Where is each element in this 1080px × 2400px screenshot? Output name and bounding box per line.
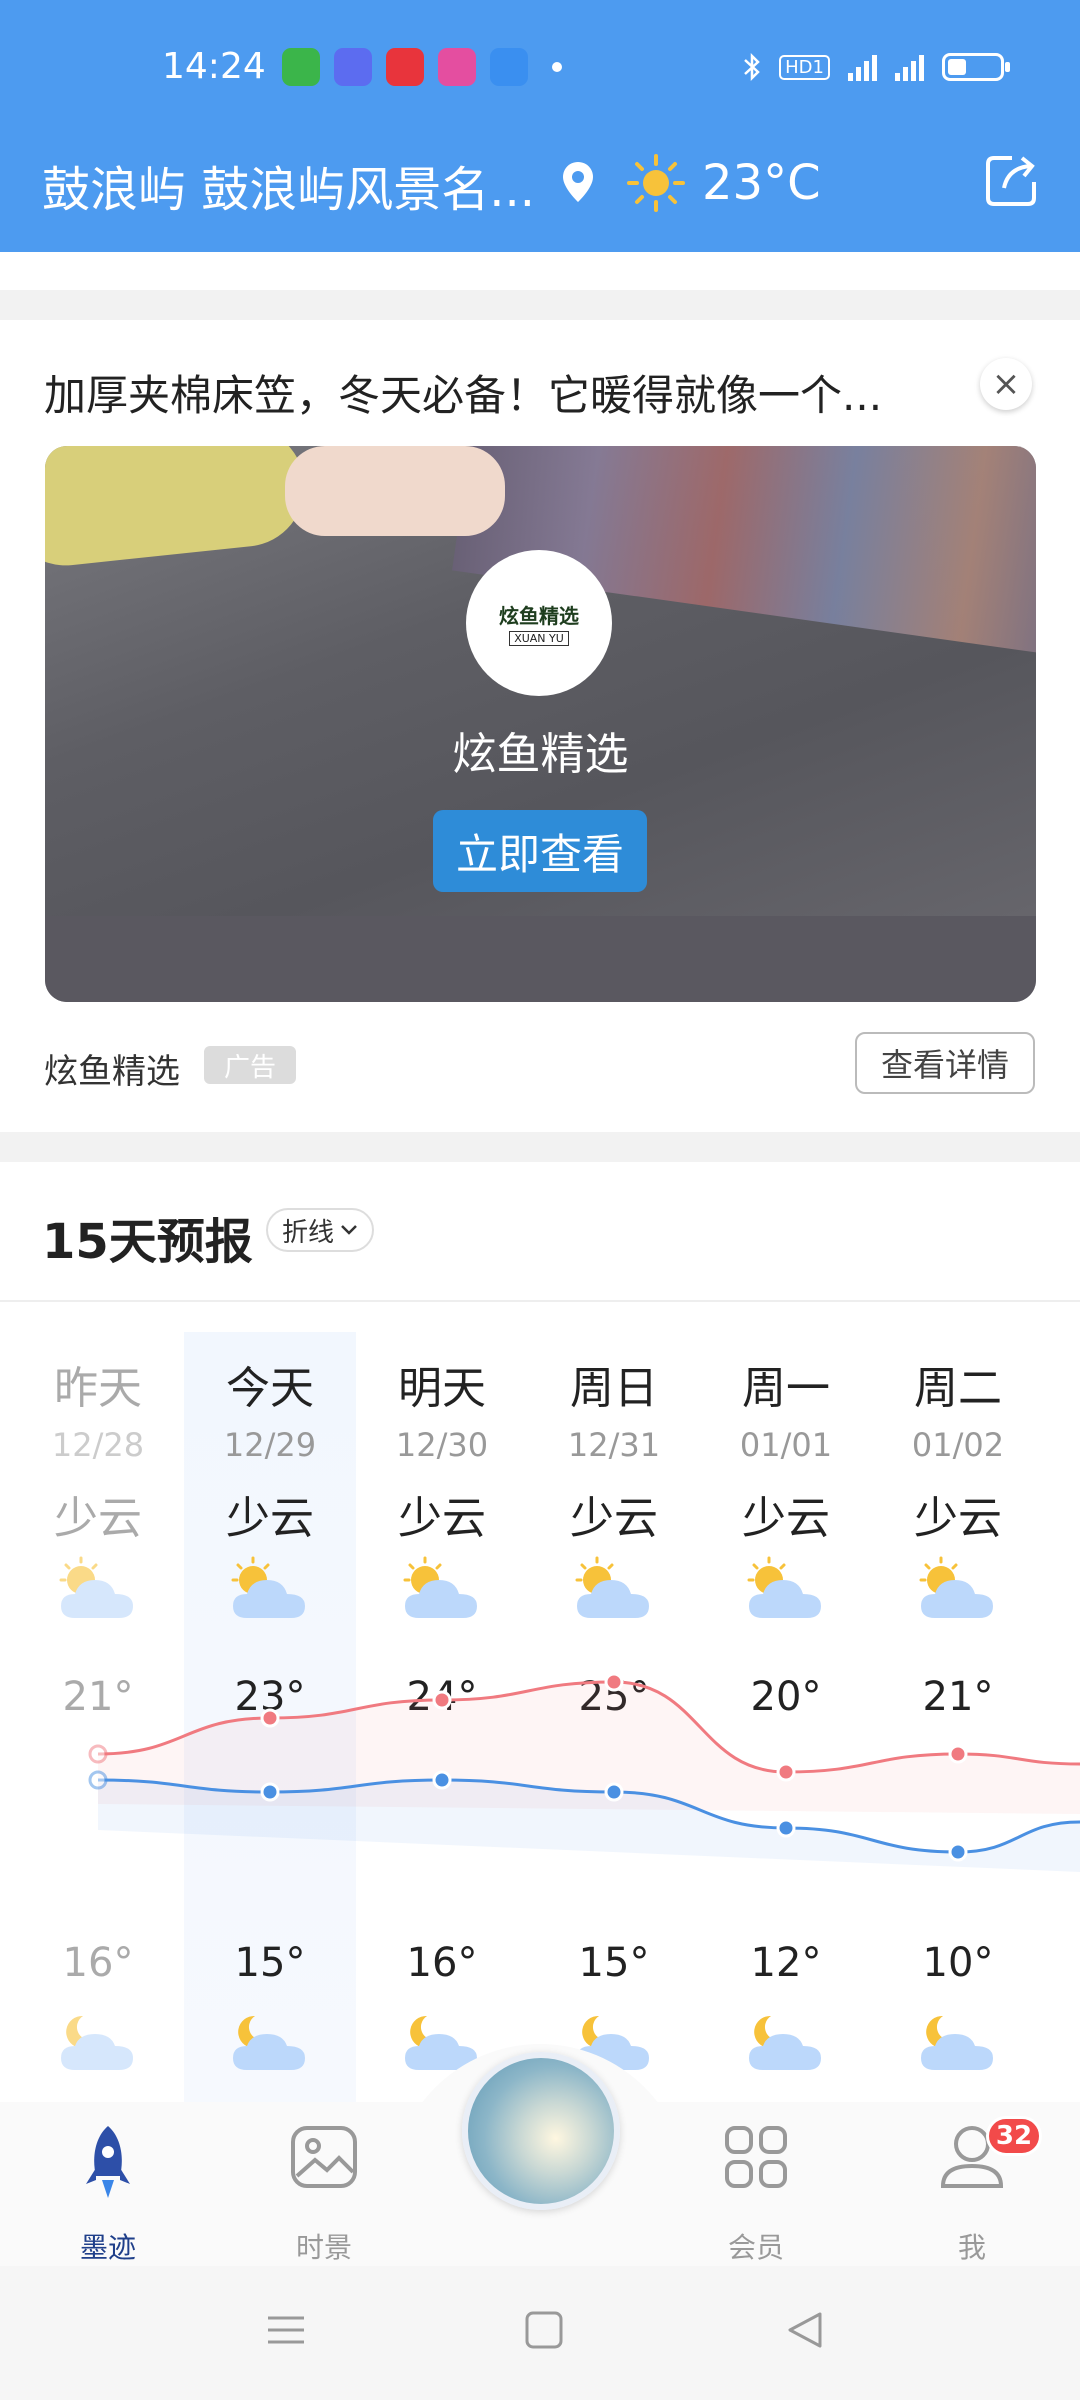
low-temp-point [260, 1782, 280, 1802]
ad-brand-name: 炫鱼精选 [452, 729, 629, 780]
nav-item-me[interactable]: 32 我 [902, 2116, 1042, 2264]
nav-item-member[interactable]: 会员 [686, 2122, 826, 2264]
center-weather-button[interactable] [462, 2052, 620, 2210]
temperature-line-chart [88, 1672, 1080, 1872]
current-temperature: 23°C [702, 155, 821, 211]
signal-icon [848, 53, 877, 81]
notification-badge: 32 [986, 2116, 1042, 2156]
ad-hand-image [285, 446, 505, 536]
high-temp-point [776, 1762, 796, 1782]
ad-card: 加厚夹棉床笠，冬天必备！它暖得就像一个... × 炫鱼精选 XUAN YU 炫鱼… [0, 320, 1080, 1132]
system-navigation [0, 2266, 1080, 2400]
low-temp-point [604, 1782, 624, 1802]
rocket-icon [86, 2126, 130, 2198]
location-pin-icon[interactable] [560, 160, 596, 204]
grid-icon [725, 2126, 787, 2188]
nav-label-member: 会员 [727, 2231, 784, 2264]
ad-bed-edge [45, 916, 1036, 1002]
battery-icon [942, 53, 1010, 81]
status-time: 14:24 [162, 46, 266, 87]
sunny-icon [627, 154, 685, 212]
nav-item-moji[interactable]: 墨迹 [38, 2122, 178, 2264]
content-strip [0, 252, 1080, 290]
app-notification-icon [386, 48, 424, 86]
view-details-button[interactable]: 查看详情 [855, 1032, 1035, 1094]
low-temp-point [948, 1842, 968, 1862]
app-notification-icon [438, 48, 476, 86]
ad-label-badge: 广告 [204, 1046, 296, 1084]
high-temp-point [948, 1744, 968, 1764]
app-notification-icon [334, 48, 372, 86]
ad-sleeve-image [45, 446, 311, 572]
menu-icon[interactable] [266, 2310, 306, 2350]
app-notification-icon [490, 48, 528, 86]
ad-source: 炫鱼精选 [44, 1052, 180, 1092]
low-temp-point [88, 1770, 108, 1790]
signal-icon [895, 53, 924, 81]
home-icon[interactable] [524, 2310, 564, 2350]
hd-icon: HD1 [779, 54, 830, 80]
forecast-card: 15天预报 折线 昨天 12/28 少云 21° 16° 今天 12/29 少云 23° 1… [0, 1162, 1080, 2112]
share-icon[interactable] [982, 150, 1042, 210]
high-temp-point [88, 1744, 108, 1764]
status-bar: 14:24 HD1 [0, 40, 1080, 104]
low-temp-point [432, 1770, 452, 1790]
nav-label-moji: 墨迹 [79, 2231, 136, 2264]
nav-label-shijing: 时景 [295, 2231, 352, 2264]
low-temp-point [776, 1818, 796, 1838]
brand-logo: 炫鱼精选 XUAN YU [466, 550, 612, 696]
high-temp-point [260, 1708, 280, 1728]
ad-title[interactable]: 加厚夹棉床笠，冬天必备！它暖得就像一个... [44, 362, 882, 423]
header-bar: 14:24 HD1 鼓浪屿 鼓浪屿风景名... 23°C [0, 0, 1080, 252]
notification-icons [282, 48, 562, 86]
high-temp-point [604, 1672, 624, 1692]
view-now-button[interactable]: 立即查看 [433, 810, 647, 892]
close-icon[interactable]: × [980, 358, 1032, 410]
system-icons: HD1 [743, 52, 1010, 82]
image-icon [291, 2126, 357, 2188]
more-notifications-dot [552, 62, 562, 72]
back-icon[interactable] [784, 2310, 824, 2350]
bluetooth-icon [744, 52, 760, 82]
ad-image[interactable]: 炫鱼精选 XUAN YU 炫鱼精选 立即查看 [45, 446, 1036, 1002]
high-temp-point [432, 1690, 452, 1710]
nav-label-me: 我 [957, 2231, 986, 2264]
nav-item-shijing[interactable]: 时景 [254, 2122, 394, 2264]
app-notification-icon [282, 48, 320, 86]
location-title[interactable]: 鼓浪屿 鼓浪屿风景名... [42, 150, 535, 220]
